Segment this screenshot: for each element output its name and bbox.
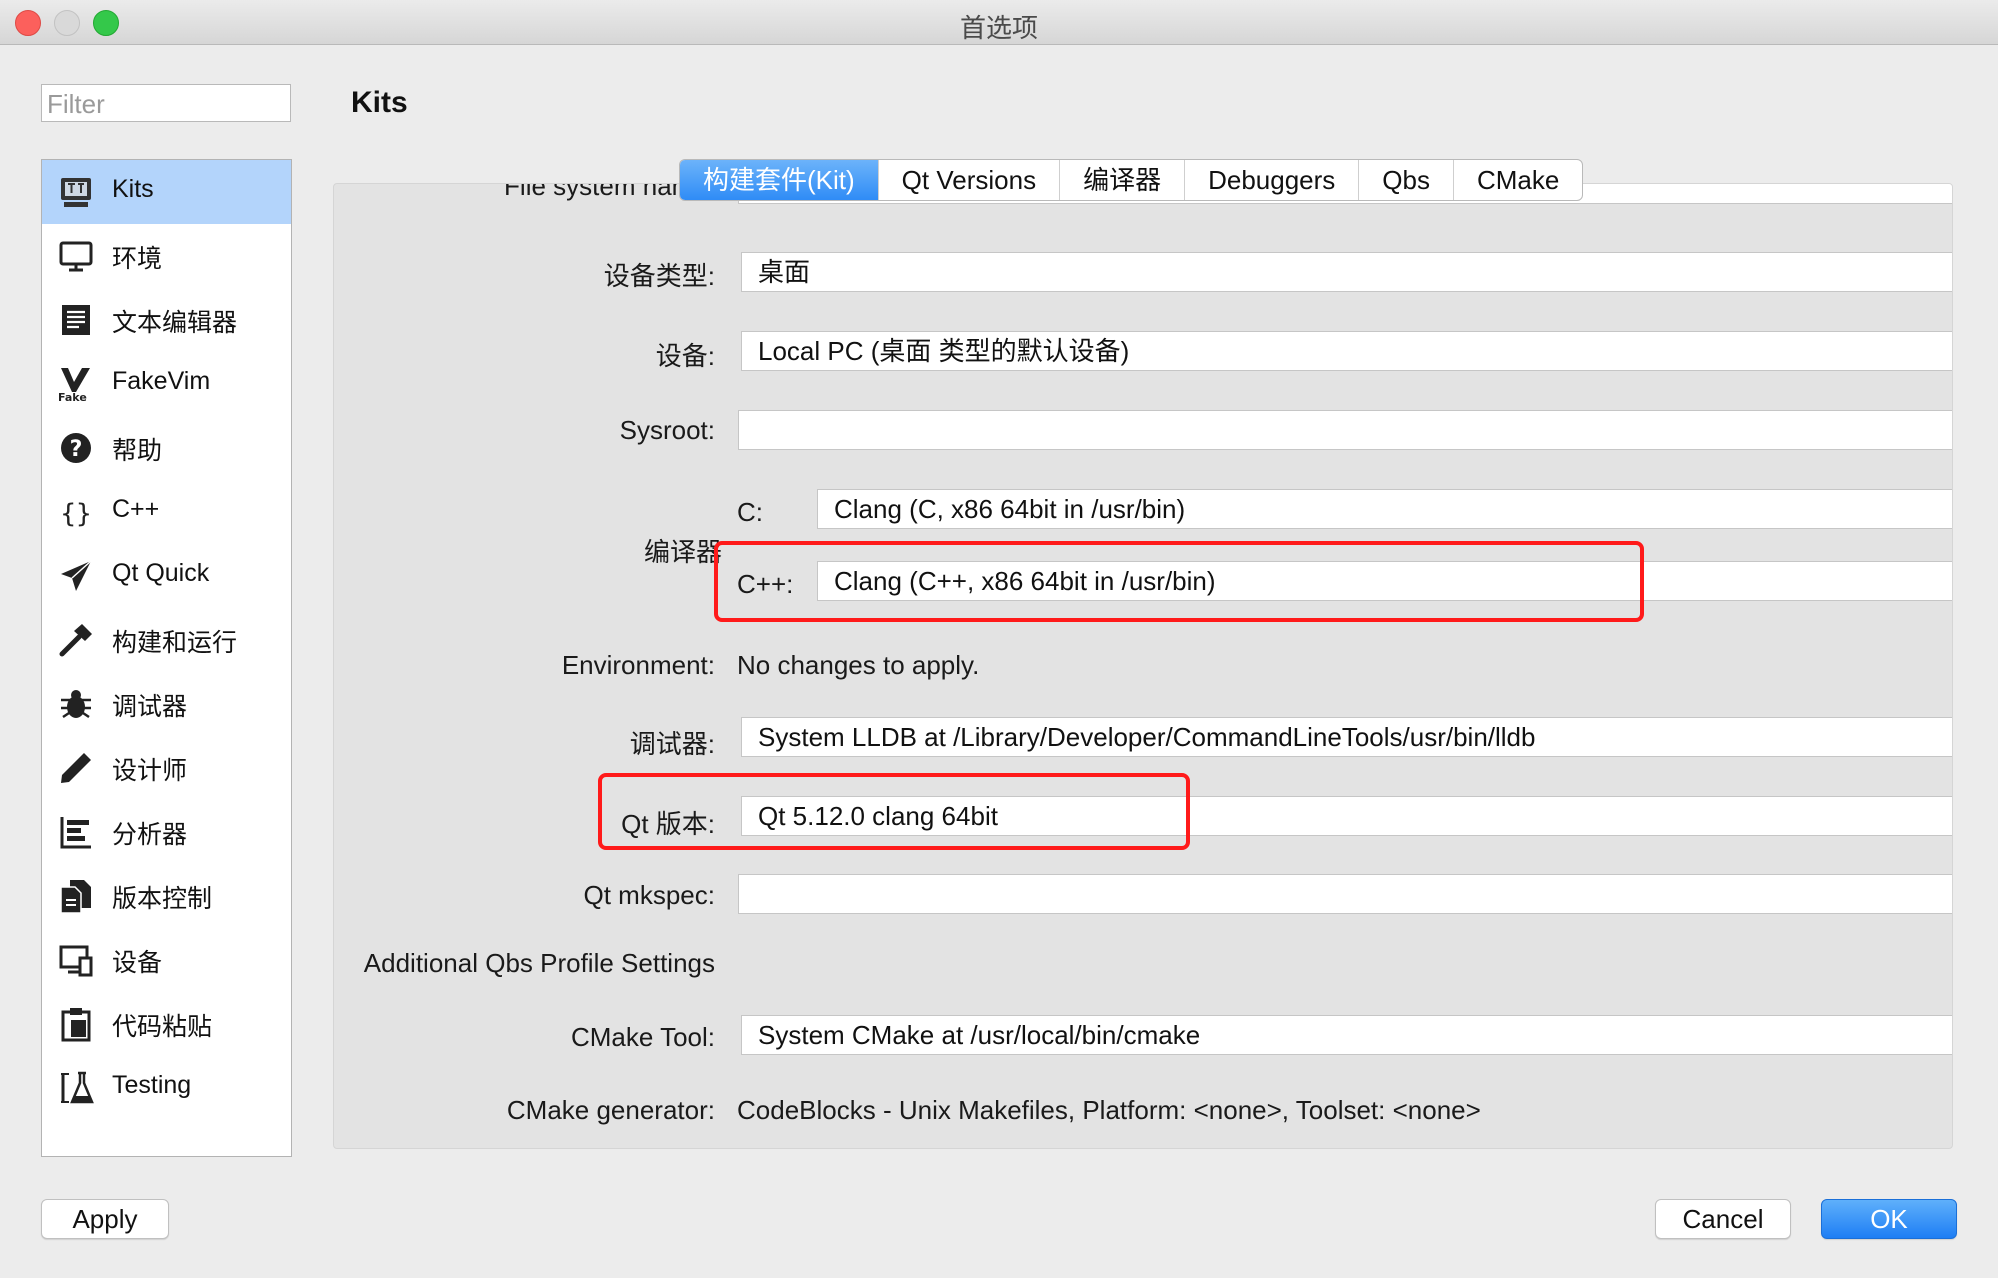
- sidebar-item-code-paste[interactable]: 代码粘贴: [42, 992, 291, 1056]
- settings-tabs: 构建套件(Kit) Qt Versions 编译器 Debuggers Qbs …: [679, 159, 1584, 201]
- monitor-icon: [59, 241, 93, 272]
- sidebar-item-label: 代码粘贴: [112, 1013, 213, 1041]
- sidebar-item-designer[interactable]: 设计师: [42, 736, 291, 800]
- version-control-icon: [60, 880, 91, 914]
- device-label: 设备:: [655, 341, 715, 371]
- device-select[interactable]: Local PC (桌面 类型的默认设备): [741, 331, 1952, 371]
- sidebar-item-label: 帮助: [112, 437, 163, 465]
- sidebar-item-debugger[interactable]: 调试器: [42, 672, 291, 736]
- qt-version-highlight: [598, 773, 1190, 850]
- sidebar-item-label: Kits: [112, 175, 154, 203]
- qt-mkspec-input[interactable]: [738, 874, 1952, 914]
- tab-cmake[interactable]: CMake: [1454, 160, 1582, 200]
- braces-icon: {}: [60, 499, 91, 529]
- sidebar-item-label: 版本控制: [112, 885, 213, 913]
- sidebar-item-environment[interactable]: 环境: [42, 224, 291, 288]
- tab-qt-versions[interactable]: Qt Versions: [879, 160, 1061, 200]
- sidebar-item-label: FakeVim: [112, 367, 211, 395]
- sidebar-item-devices[interactable]: 设备: [42, 928, 291, 992]
- svg-text:Fake: Fake: [58, 391, 87, 402]
- device-type-label: 设备类型:: [603, 261, 715, 291]
- sidebar-item-label: 设备: [112, 949, 163, 977]
- cancel-button[interactable]: Cancel: [1655, 1199, 1791, 1239]
- qbs-profile-settings-label: Additional Qbs Profile Settings: [363, 948, 715, 978]
- ok-button[interactable]: OK: [1821, 1199, 1957, 1239]
- c-compiler-label: C:: [737, 497, 763, 527]
- fakevim-icon: Fake: [58, 368, 90, 402]
- sidebar-item-testing[interactable]: Testing: [42, 1056, 291, 1120]
- sidebar-item-cpp[interactable]: {} C++: [42, 480, 291, 544]
- debugger-label: 调试器:: [629, 729, 715, 759]
- sidebar-item-build-run[interactable]: 构建和运行: [42, 608, 291, 672]
- clipboard-icon: [61, 1008, 91, 1042]
- sysroot-input[interactable]: [738, 410, 1952, 450]
- pencil-icon: [61, 753, 91, 783]
- qt-mkspec-label: Qt mkspec:: [583, 880, 715, 910]
- cmake-tool-label: CMake Tool:: [570, 1022, 715, 1052]
- sidebar-item-fakevim[interactable]: Fake FakeVim: [42, 352, 291, 416]
- tab-compilers[interactable]: 编译器: [1060, 160, 1186, 200]
- flask-icon: [61, 1071, 94, 1104]
- device-icon: [59, 945, 93, 977]
- environment-label: Environment:: [561, 650, 715, 680]
- filter-input[interactable]: Filter: [41, 84, 291, 122]
- svg-text:{}: {}: [60, 499, 91, 529]
- cmake-generator-label: CMake generator:: [506, 1095, 715, 1125]
- text-editor-icon: [62, 305, 90, 335]
- c-compiler-select[interactable]: Clang (C, x86 64bit in /usr/bin): [817, 489, 1952, 529]
- sidebar: Kits 环境 文本编辑器 Fake FakeVim ? 帮助 {} C++ Q…: [41, 159, 292, 1157]
- sidebar-item-label: 环境: [112, 245, 163, 273]
- bug-icon: [61, 690, 91, 719]
- kits-icon: [61, 178, 91, 207]
- help-icon: ?: [61, 433, 91, 463]
- svg-text:?: ?: [70, 437, 83, 462]
- debugger-select[interactable]: System LLDB at /Library/Developer/Comman…: [741, 717, 1952, 757]
- compiler-label: 编译器: [643, 537, 722, 567]
- sidebar-item-label: 文本编辑器: [112, 309, 238, 337]
- window-title: 首选项: [959, 13, 1038, 43]
- apply-button[interactable]: Apply: [41, 1199, 169, 1239]
- sidebar-item-qt-quick[interactable]: Qt Quick: [42, 544, 291, 608]
- tab-kits[interactable]: 构建套件(Kit): [680, 160, 879, 200]
- tab-debuggers[interactable]: Debuggers: [1185, 160, 1360, 200]
- title-bar: 首选项: [0, 0, 1998, 45]
- sidebar-item-label: Testing: [112, 1071, 192, 1099]
- analyzer-icon: [60, 817, 91, 849]
- cmake-tool-select[interactable]: System CMake at /usr/local/bin/cmake: [741, 1015, 1952, 1055]
- sidebar-item-label: 设计师: [112, 757, 188, 785]
- sidebar-item-help[interactable]: ? 帮助: [42, 416, 291, 480]
- sidebar-item-kits[interactable]: Kits: [42, 160, 291, 224]
- environment-value: No changes to apply.: [737, 650, 980, 680]
- sidebar-item-analyzer[interactable]: 分析器: [42, 800, 291, 864]
- sidebar-item-label: C++: [112, 495, 160, 523]
- cmake-generator-value: CodeBlocks - Unix Makefiles, Platform: <…: [737, 1095, 1481, 1125]
- sidebar-item-version-control[interactable]: 版本控制: [42, 864, 291, 928]
- sidebar-item-label: 构建和运行: [112, 629, 238, 657]
- device-type-select[interactable]: 桌面: [741, 252, 1952, 292]
- sidebar-item-label: 调试器: [112, 693, 188, 721]
- tab-qbs[interactable]: Qbs: [1359, 160, 1454, 200]
- paper-plane-icon: [61, 560, 92, 591]
- page-title: Kits: [351, 86, 408, 119]
- sysroot-label: Sysroot:: [619, 415, 715, 445]
- hammer-icon: [59, 624, 92, 657]
- sidebar-item-text-editor[interactable]: 文本编辑器: [42, 288, 291, 352]
- kit-settings-panel: File system name: 设备类型: 桌面 设备: Local PC …: [333, 183, 1953, 1149]
- sidebar-item-label: 分析器: [112, 821, 188, 849]
- cpp-compiler-highlight: [714, 541, 1644, 622]
- sidebar-item-label: Qt Quick: [112, 559, 210, 587]
